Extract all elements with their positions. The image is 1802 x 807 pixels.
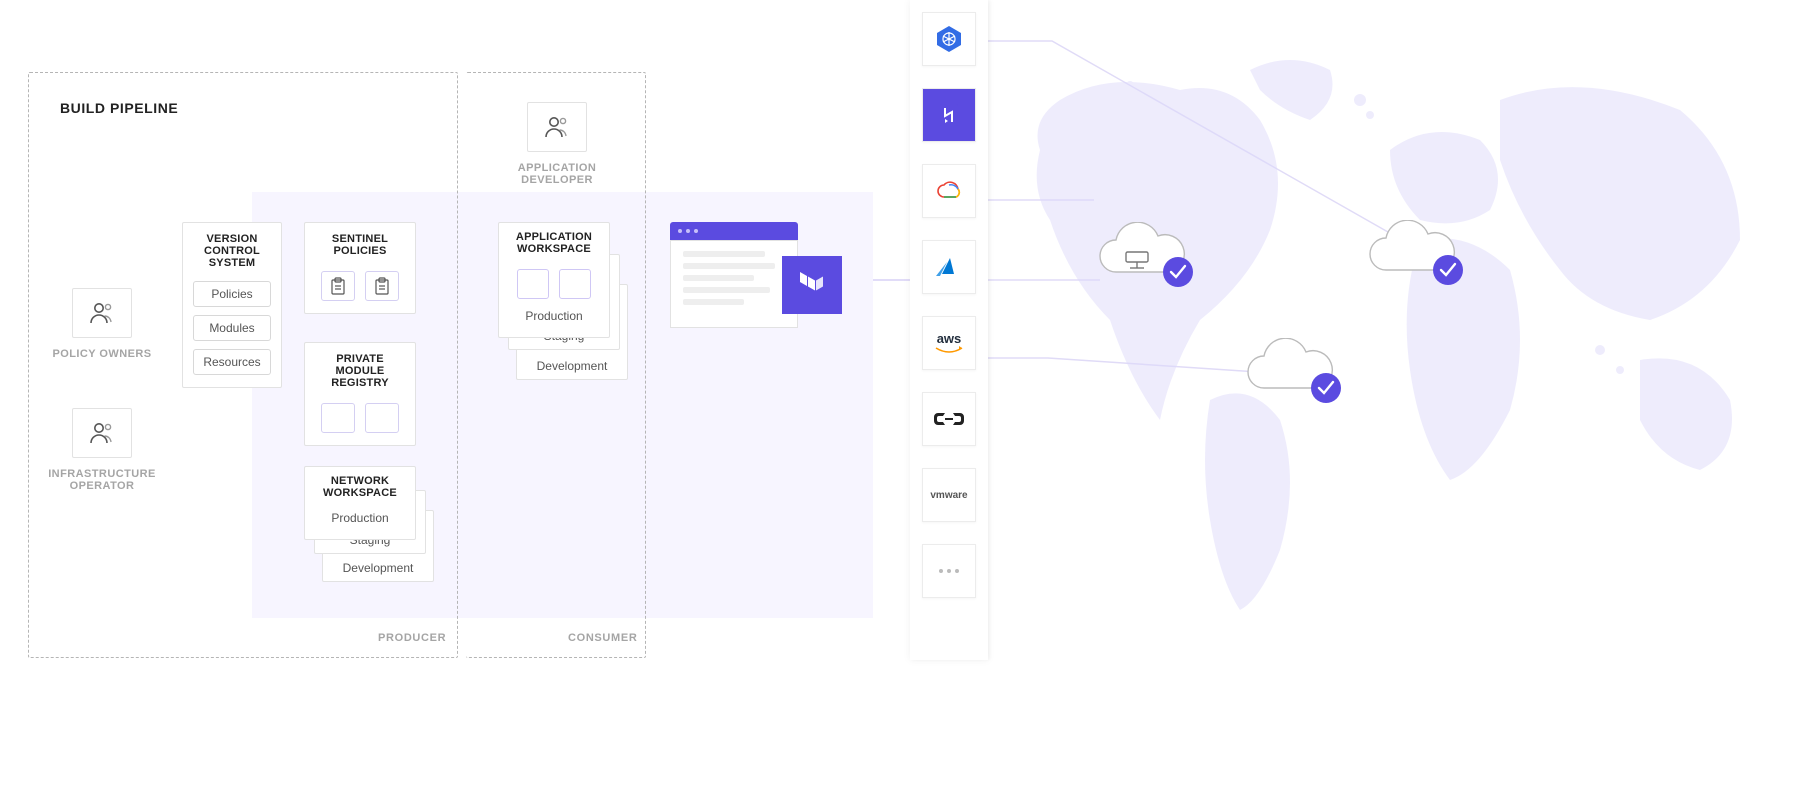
app-ws-prod-label: Production — [503, 307, 605, 331]
provider-alibaba-icon — [922, 392, 976, 446]
providers-column: aws vmware — [910, 0, 988, 660]
vcs-card: VERSION CONTROL SYSTEM Policies Modules … — [182, 222, 282, 388]
consumer-label: CONSUMER — [568, 632, 637, 644]
network-ws-title: NETWORK WORKSPACE — [309, 467, 411, 507]
workspace-module-icon — [559, 269, 591, 299]
registry-card: PRIVATE MODULE REGISTRY — [304, 342, 416, 446]
policy-doc-icon — [365, 271, 399, 301]
window-content-placeholder — [670, 240, 798, 328]
provider-heroku-icon — [922, 88, 976, 142]
network-ws-prod-label: Production — [309, 507, 411, 533]
producer-label: PRODUCER — [378, 632, 446, 644]
vcs-item-modules: Modules — [193, 315, 271, 341]
cloud-deploy-na — [1092, 222, 1202, 294]
network-ws-prod: NETWORK WORKSPACE Production — [304, 466, 416, 540]
terraform-logo-icon — [782, 256, 842, 314]
module-box-icon — [321, 403, 355, 433]
network-workspace-stack: Development Staging NETWORK WORKSPACE Pr… — [304, 466, 434, 596]
policy-doc-icon — [321, 271, 355, 301]
user-group-icon — [89, 421, 115, 445]
cloud-deploy-sa — [1240, 338, 1350, 410]
module-box-icon — [365, 403, 399, 433]
app-developer-label: APPLICATION DEVELOPER — [497, 162, 617, 186]
window-title-bar — [670, 222, 798, 240]
app-ws-title: APPLICATION WORKSPACE — [503, 223, 605, 263]
vmware-text: vmware — [930, 490, 967, 501]
vcs-title: VERSION CONTROL SYSTEM — [183, 223, 281, 277]
provider-azure-icon — [922, 240, 976, 294]
workspace-module-icon — [517, 269, 549, 299]
application-workspace-stack: Development Staging APPLICATION WORKSPAC… — [498, 222, 628, 392]
provider-vmware-icon: vmware — [922, 468, 976, 522]
provider-gcp-icon — [922, 164, 976, 218]
infra-operator-icon-tile — [72, 408, 132, 458]
provider-more-icon — [922, 544, 976, 598]
policy-owners-label: POLICY OWNERS — [42, 348, 162, 360]
build-pipeline-title: BUILD PIPELINE — [60, 100, 178, 116]
sentinel-card: SENTINEL POLICIES — [304, 222, 416, 314]
provider-kubernetes-icon — [922, 12, 976, 66]
vcs-item-resources: Resources — [193, 349, 271, 375]
aws-text: aws — [937, 331, 962, 346]
sentinel-title: SENTINEL POLICIES — [305, 223, 415, 265]
vcs-item-policies: Policies — [193, 281, 271, 307]
user-group-icon — [89, 301, 115, 325]
policy-owners-icon-tile — [72, 288, 132, 338]
cloud-deploy-eu — [1362, 220, 1472, 292]
infra-operator-label: INFRASTRUCTURE OPERATOR — [42, 468, 162, 492]
terraform-app-window — [670, 222, 846, 322]
world-map-background — [1000, 40, 1780, 660]
user-group-icon — [544, 115, 570, 139]
app-ws-prod: APPLICATION WORKSPACE Production — [498, 222, 610, 338]
registry-title: PRIVATE MODULE REGISTRY — [305, 343, 415, 397]
app-developer-icon-tile — [527, 102, 587, 152]
provider-aws-icon: aws — [922, 316, 976, 370]
